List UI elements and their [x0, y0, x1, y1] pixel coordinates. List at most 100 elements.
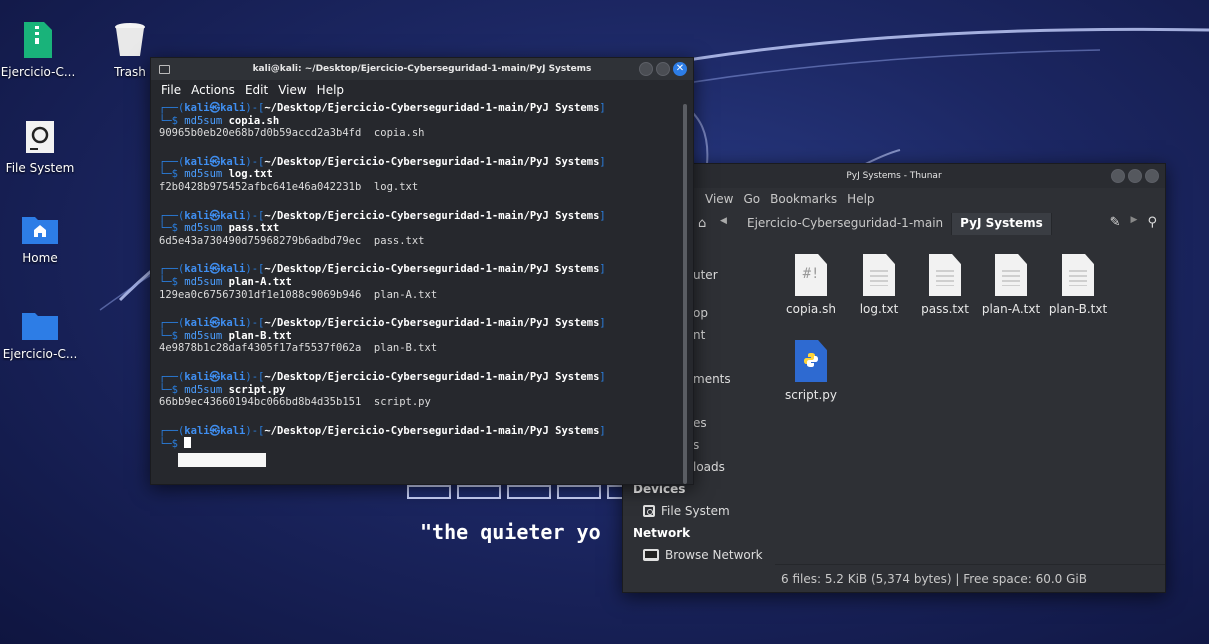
- search-icon[interactable]: ⚲: [1147, 215, 1157, 230]
- command-name: md5sum: [184, 168, 223, 181]
- desktop-icon-file-system[interactable]: File System: [0, 120, 84, 175]
- file-item[interactable]: pass.txt: [909, 254, 981, 316]
- command-arg: script.py: [228, 383, 286, 396]
- prompt-path: ~/Desktop/Ejercicio-Cyberseguridad-1-mai…: [264, 317, 600, 330]
- file-name: plan-A.txt: [981, 302, 1041, 316]
- shell-script-icon: #!: [795, 254, 827, 296]
- drive-icon: [26, 121, 54, 153]
- sidebar-item-label: loads: [693, 460, 725, 474]
- desktop-icon-label: Home: [22, 251, 58, 265]
- desktop-icon-project-folder[interactable]: Ejercicio-C...: [0, 310, 84, 361]
- command-output: 90965b0eb20e68b7d0b59accd2a3b4fd copia.s…: [159, 127, 425, 140]
- command-block: ┌──(kali㉿kali)-[~/Desktop/Ejercicio-Cybe…: [159, 263, 685, 301]
- command-name: md5sum: [184, 222, 223, 235]
- command-arg: log.txt: [228, 168, 273, 181]
- command-name: md5sum: [184, 275, 223, 288]
- menu-help[interactable]: Help: [317, 83, 344, 97]
- terminal-window[interactable]: kali@kali: ~/Desktop/Ejercicio-Cybersegu…: [150, 57, 694, 485]
- maximize-button[interactable]: [1128, 169, 1142, 183]
- thunar-titlebar[interactable]: PyJ Systems - Thunar: [623, 164, 1165, 188]
- thunar-window[interactable]: PyJ Systems - Thunar View Go Bookmarks H…: [622, 163, 1166, 593]
- text-file-icon: [995, 254, 1027, 296]
- edit-location-icon[interactable]: ✎: [1110, 215, 1121, 230]
- command-output: 66bb9ec43660194bc066bd8b4d35b151 script.…: [159, 396, 431, 409]
- prompt-line: ┌──(kali㉿kali)-[~/Desktop/Ejercicio-Cybe…: [159, 155, 606, 168]
- left-arrow-icon[interactable]: ◀: [720, 216, 727, 226]
- file-item[interactable]: #! copia.sh: [775, 254, 847, 316]
- file-item[interactable]: plan-B.txt: [1042, 254, 1114, 316]
- menu-go[interactable]: Go: [743, 192, 760, 206]
- file-name: script.py: [785, 388, 837, 402]
- breadcrumb-item[interactable]: Ejercicio-Cyberseguridad-1-main: [739, 213, 953, 235]
- prompt-user: kali: [184, 102, 210, 114]
- sidebar-item-label: Browse Network: [665, 548, 763, 562]
- right-arrow-icon[interactable]: ▶: [1131, 215, 1138, 230]
- sidebar-item-file-system[interactable]: File System: [623, 500, 771, 522]
- file-item[interactable]: plan-A.txt: [975, 254, 1047, 316]
- prompt-path: ~/Desktop/Ejercicio-Cyberseguridad-1-mai…: [264, 209, 600, 222]
- menu-edit[interactable]: Edit: [245, 83, 268, 97]
- text-file-icon: [863, 254, 895, 296]
- sidebar-network-header: Network: [633, 526, 691, 540]
- prompt-path: ~/Desktop/Ejercicio-Cyberseguridad-1-mai…: [264, 102, 600, 114]
- command-arg: copia.sh: [228, 114, 280, 127]
- command-line: └─$ md5sum copia.sh: [159, 114, 280, 127]
- file-name: plan-B.txt: [1048, 302, 1108, 316]
- text-file-icon: [929, 254, 961, 296]
- terminal-menubar: File Actions Edit View Help: [151, 80, 693, 100]
- sidebar-item-label: nt: [693, 328, 706, 342]
- maximize-button[interactable]: [656, 62, 670, 76]
- zip-archive-icon: [24, 22, 52, 58]
- command-arg: plan-B.txt: [228, 329, 292, 342]
- terminal-scrollbar[interactable]: [683, 104, 687, 484]
- home-icon[interactable]: ⌂: [698, 216, 706, 231]
- prompt-host: kali: [220, 155, 246, 168]
- close-button[interactable]: ✕: [673, 62, 687, 76]
- command-line: └─$ md5sum log.txt: [159, 168, 273, 181]
- command-arg: plan-A.txt: [228, 275, 292, 288]
- breadcrumb-item-current[interactable]: PyJ Systems: [952, 213, 1052, 235]
- sidebar-item-label: uter: [693, 268, 718, 282]
- prompt-host: kali: [220, 209, 246, 222]
- menu-view[interactable]: View: [278, 83, 306, 97]
- redaction-bar: [178, 453, 266, 467]
- sidebar-item-browse-network[interactable]: Browse Network: [623, 544, 771, 566]
- terminal-titlebar[interactable]: kali@kali: ~/Desktop/Ejercicio-Cybersegu…: [151, 58, 693, 80]
- terminal-title: kali@kali: ~/Desktop/Ejercicio-Cybersegu…: [252, 64, 592, 74]
- menu-actions[interactable]: Actions: [191, 83, 235, 97]
- desktop-icon-home[interactable]: Home: [0, 214, 84, 265]
- menu-help[interactable]: Help: [847, 192, 874, 206]
- command-line: └─$: [159, 437, 685, 451]
- desktop-icon-label: File System: [5, 161, 75, 175]
- file-item[interactable]: log.txt: [843, 254, 915, 316]
- menu-bookmarks[interactable]: Bookmarks: [770, 192, 837, 206]
- prompt-path: ~/Desktop/Ejercicio-Cyberseguridad-1-mai…: [264, 155, 600, 168]
- command-block: ┌──(kali㉿kali)-[~/Desktop/Ejercicio-Cybe…: [159, 425, 685, 451]
- prompt-host: kali: [220, 102, 246, 114]
- prompt-user: kali: [184, 424, 210, 437]
- prompt-line: ┌──(kali㉿kali)-[~/Desktop/Ejercicio-Cybe…: [159, 209, 606, 222]
- terminal-output[interactable]: ┌──(kali㉿kali)-[~/Desktop/Ejercicio-Cybe…: [151, 100, 693, 453]
- file-item[interactable]: script.py: [775, 340, 847, 402]
- menu-file[interactable]: File: [161, 83, 181, 97]
- prompt-user: kali: [184, 317, 210, 330]
- python-file-icon: [795, 340, 827, 382]
- prompt-host: kali: [220, 424, 246, 437]
- status-bar: 6 files: 5.2 KiB (5,374 bytes) | Free sp…: [775, 564, 1165, 592]
- desktop-icon-archive[interactable]: Ejercicio-C...: [0, 22, 82, 79]
- minimize-button[interactable]: [639, 62, 653, 76]
- command-name: md5sum: [184, 329, 223, 342]
- terminal-cursor: [184, 437, 192, 449]
- thunar-menubar: View Go Bookmarks Help: [623, 188, 1165, 210]
- text-file-icon: [1062, 254, 1094, 296]
- thunar-title: PyJ Systems - Thunar: [846, 171, 942, 181]
- minimize-button[interactable]: [1111, 169, 1125, 183]
- sidebar-item-label: File System: [661, 504, 730, 518]
- file-name: log.txt: [859, 302, 899, 316]
- prompt-line: ┌──(kali㉿kali)-[~/Desktop/Ejercicio-Cybe…: [159, 263, 606, 276]
- close-button[interactable]: [1145, 169, 1159, 183]
- menu-view[interactable]: View: [705, 192, 733, 206]
- prompt-user: kali: [184, 209, 210, 222]
- folder-icon: [22, 313, 58, 340]
- prompt-user: kali: [184, 263, 210, 276]
